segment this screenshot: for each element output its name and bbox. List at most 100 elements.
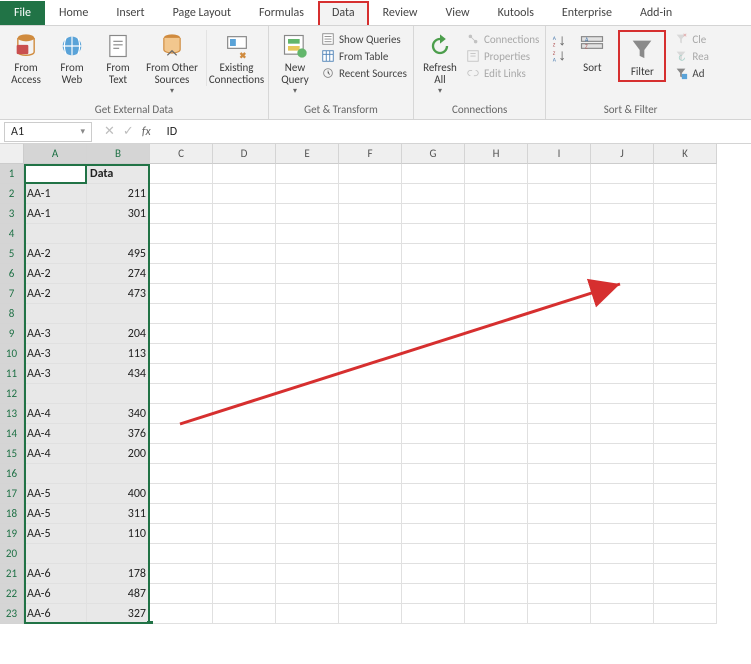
cell[interactable] — [591, 324, 654, 344]
cell[interactable]: AA-3 — [24, 324, 87, 344]
cell[interactable] — [528, 344, 591, 364]
cell[interactable] — [654, 544, 717, 564]
cell[interactable] — [465, 304, 528, 324]
cell[interactable]: 178 — [87, 564, 150, 584]
row-header[interactable]: 3 — [0, 204, 24, 224]
cell[interactable] — [87, 464, 150, 484]
cell[interactable] — [528, 484, 591, 504]
cell[interactable] — [339, 264, 402, 284]
cell[interactable] — [402, 244, 465, 264]
tab-home[interactable]: Home — [45, 2, 102, 25]
cell[interactable]: 495 — [87, 244, 150, 264]
sort-desc-button[interactable]: ZA — [552, 49, 566, 63]
row-header[interactable]: 8 — [0, 304, 24, 324]
row-header[interactable]: 15 — [0, 444, 24, 464]
cell[interactable]: 113 — [87, 344, 150, 364]
tab-data[interactable]: Data — [318, 1, 369, 25]
cell[interactable] — [528, 404, 591, 424]
cell[interactable] — [654, 424, 717, 444]
cell[interactable] — [213, 384, 276, 404]
cell[interactable] — [402, 564, 465, 584]
cell[interactable] — [528, 384, 591, 404]
cell[interactable] — [591, 404, 654, 424]
cell[interactable] — [213, 444, 276, 464]
cell[interactable] — [654, 524, 717, 544]
cell[interactable] — [150, 524, 213, 544]
cell[interactable] — [591, 424, 654, 444]
cell[interactable] — [591, 524, 654, 544]
cell[interactable] — [402, 264, 465, 284]
cell[interactable] — [591, 564, 654, 584]
cell[interactable] — [150, 324, 213, 344]
cell[interactable] — [150, 304, 213, 324]
cell[interactable] — [339, 484, 402, 504]
cell[interactable] — [150, 424, 213, 444]
cell[interactable] — [276, 584, 339, 604]
cell[interactable] — [402, 344, 465, 364]
cell[interactable] — [339, 224, 402, 244]
cell[interactable] — [528, 164, 591, 184]
cell[interactable] — [654, 264, 717, 284]
from-text-button[interactable]: From Text — [98, 30, 138, 86]
sort-asc-button[interactable]: AZ — [552, 34, 566, 48]
column-header[interactable]: E — [276, 144, 339, 164]
cell[interactable] — [591, 284, 654, 304]
advanced-filter-button[interactable]: Ad — [674, 66, 709, 80]
cell[interactable] — [339, 424, 402, 444]
cell[interactable] — [339, 384, 402, 404]
row-header[interactable]: 21 — [0, 564, 24, 584]
cell[interactable] — [465, 324, 528, 344]
cell[interactable] — [213, 584, 276, 604]
cell[interactable] — [402, 464, 465, 484]
cell[interactable] — [654, 484, 717, 504]
cell[interactable] — [528, 264, 591, 284]
cell[interactable] — [339, 304, 402, 324]
row-header[interactable]: 19 — [0, 524, 24, 544]
cell[interactable] — [87, 544, 150, 564]
cell[interactable] — [528, 224, 591, 244]
cell[interactable]: 400 — [87, 484, 150, 504]
cell[interactable] — [339, 584, 402, 604]
cell[interactable] — [528, 324, 591, 344]
cell[interactable] — [402, 404, 465, 424]
tab-insert[interactable]: Insert — [102, 2, 158, 25]
cell[interactable] — [528, 524, 591, 544]
cell[interactable] — [276, 484, 339, 504]
cell[interactable] — [150, 604, 213, 624]
cell[interactable] — [465, 224, 528, 244]
cell[interactable] — [465, 364, 528, 384]
cell[interactable] — [339, 404, 402, 424]
cell[interactable] — [402, 224, 465, 244]
cell[interactable] — [465, 204, 528, 224]
row-header[interactable]: 6 — [0, 264, 24, 284]
cell[interactable] — [654, 204, 717, 224]
cell[interactable] — [339, 284, 402, 304]
cell[interactable]: 204 — [87, 324, 150, 344]
tab-kutools[interactable]: Kutools — [484, 2, 548, 25]
cell[interactable] — [591, 304, 654, 324]
row-header[interactable]: 18 — [0, 504, 24, 524]
cell[interactable] — [591, 544, 654, 564]
select-all-corner[interactable] — [0, 144, 24, 164]
cell[interactable]: ID — [24, 164, 87, 184]
cell[interactable] — [276, 344, 339, 364]
row-header[interactable]: 7 — [0, 284, 24, 304]
cell[interactable] — [150, 244, 213, 264]
cell[interactable] — [276, 184, 339, 204]
cell[interactable] — [24, 544, 87, 564]
cell[interactable]: 434 — [87, 364, 150, 384]
cell[interactable]: AA-5 — [24, 504, 87, 524]
cell[interactable] — [654, 324, 717, 344]
cell[interactable] — [654, 404, 717, 424]
row-header[interactable]: 13 — [0, 404, 24, 424]
cell[interactable] — [465, 524, 528, 544]
cell[interactable] — [402, 204, 465, 224]
show-queries-button[interactable]: Show Queries — [321, 32, 407, 46]
cell[interactable] — [150, 444, 213, 464]
cell[interactable] — [24, 464, 87, 484]
tab-review[interactable]: Review — [369, 2, 432, 25]
cell[interactable] — [276, 224, 339, 244]
cell[interactable] — [213, 364, 276, 384]
cell[interactable] — [591, 584, 654, 604]
cell[interactable] — [654, 244, 717, 264]
